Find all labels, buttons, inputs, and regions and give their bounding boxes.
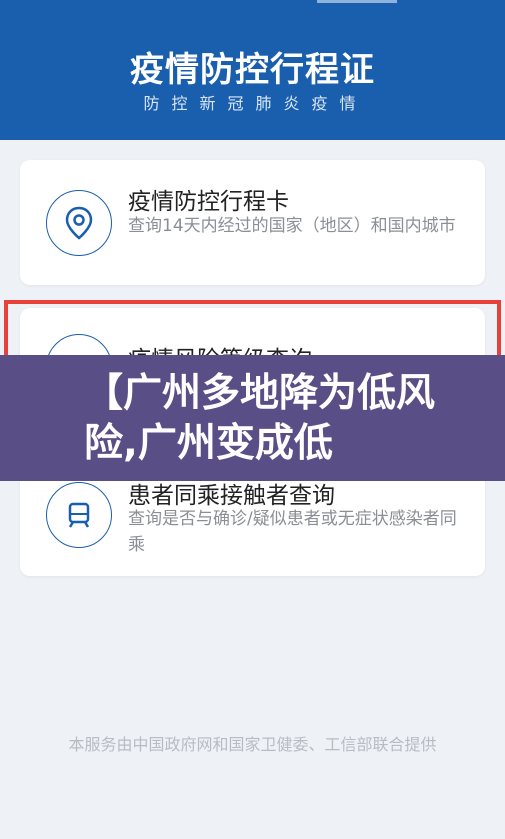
highlight-frame bbox=[4, 300, 501, 360]
page-title: 疫情防控行程证 bbox=[130, 50, 375, 90]
location-pin-icon bbox=[46, 190, 112, 256]
card-title: 患者同乘接触者查询 bbox=[128, 483, 335, 509]
footer-note: 本服务由中国政府网和国家卫健委、工信部联合提供 bbox=[68, 735, 437, 754]
card-itinerary[interactable]: 疫情防控行程卡 查询14天内经过的国家（地区）和国内城市 bbox=[20, 160, 485, 285]
overlay-headline: 【广州多地降为低风险,广州变成低 bbox=[84, 371, 436, 466]
train-icon bbox=[46, 482, 112, 548]
card-title: 疫情防控行程卡 bbox=[128, 189, 289, 215]
headline-overlay: 【广州多地降为低风险,广州变成低 bbox=[0, 355, 505, 481]
card-description: 查询是否与确诊/疑似患者或无症状感染者同乘 bbox=[128, 509, 457, 555]
card-description: 查询14天内经过的国家（地区）和国内城市 bbox=[128, 216, 456, 236]
header-decoration bbox=[317, 0, 397, 3]
app-header: 疫情防控行程证 防控新冠肺炎疫情 bbox=[0, 0, 505, 140]
page-subtitle: 防控新冠肺炎疫情 bbox=[143, 94, 368, 113]
